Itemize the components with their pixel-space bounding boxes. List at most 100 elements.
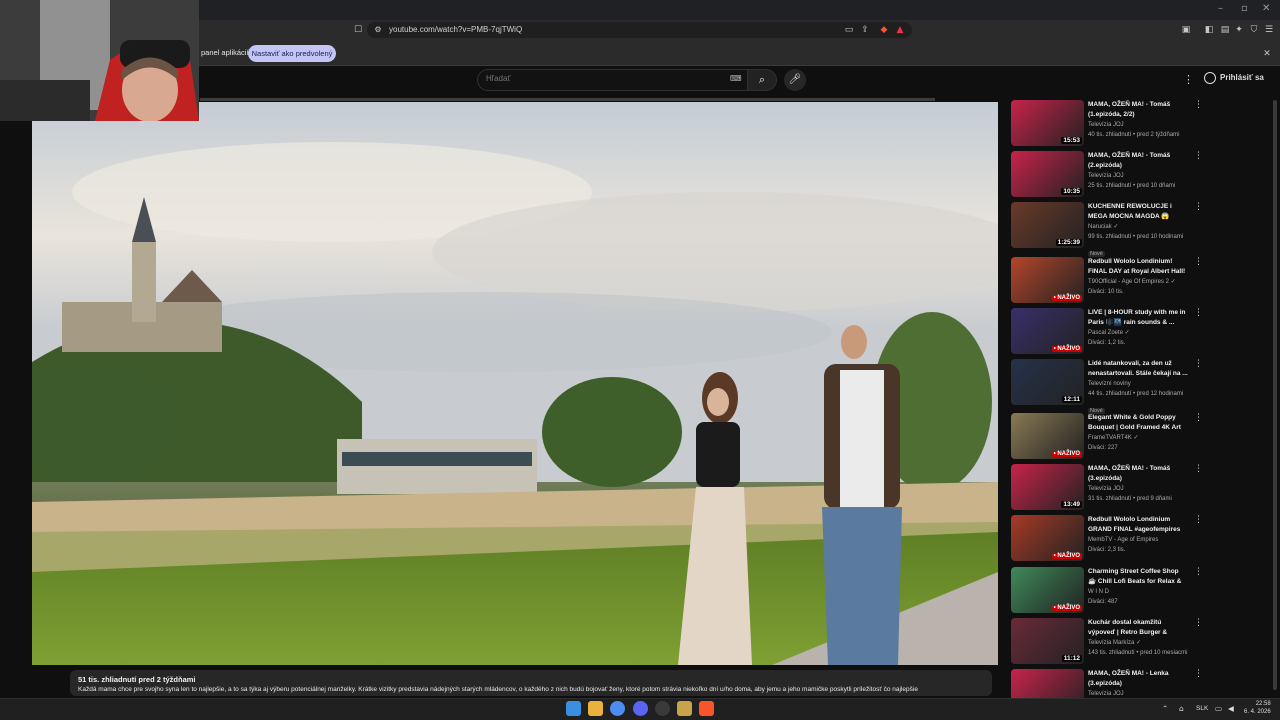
recommendation-item[interactable]: 10:35 MAMA, OŽEŇ MA! - Tomáš (2.epizóda) T… (1011, 151, 1206, 201)
video-title[interactable]: MAMA, OŽEŇ MA! - Lenka (3.epizóda) (1088, 669, 1188, 689)
video-title[interactable]: Redbull Wololo Londinium! FINAL DAY at R… (1088, 257, 1188, 277)
obs-icon[interactable] (655, 701, 670, 716)
video-title[interactable]: Elegant White & Gold Poppy Bouquet | Gol… (1088, 413, 1188, 433)
close-infobar-icon[interactable]: ✕ (1261, 48, 1273, 60)
more-actions-icon[interactable]: ⋮ (1194, 202, 1203, 212)
video-thumbnail[interactable]: • NAŽIVO (1011, 308, 1084, 354)
bookmark-icon[interactable]: ☐ (352, 24, 364, 36)
video-title[interactable]: KUCHENNE REWOLUCJE i MEGA MOCNA MAGDA 😱 (1088, 202, 1188, 222)
channel-name[interactable]: Pascal Zoete ✓ (1088, 328, 1188, 338)
url-text[interactable]: youtube.com/watch?v=PMB-7qjTWiQ (389, 25, 522, 34)
webcam-overlay (0, 0, 199, 121)
channel-name[interactable]: Televízia Markíza ✓ (1088, 638, 1188, 648)
channel-name[interactable]: Televízia JOJ (1088, 171, 1188, 181)
panel-icon[interactable]: ◧ (1203, 24, 1215, 36)
video-thumbnail[interactable]: 13:49 (1011, 464, 1084, 510)
close-window-icon[interactable]: ✕ (1262, 3, 1270, 14)
video-title[interactable]: Charming Street Coffee Shop ☕ Chill Lofi… (1088, 567, 1188, 587)
channel-name[interactable]: Televízia JOJ (1088, 120, 1188, 130)
language-indicator[interactable]: SLK (1196, 705, 1208, 712)
recommendation-item[interactable]: • NAŽIVO LIVE | 8-HOUR study with me in P… (1011, 308, 1206, 358)
start-icon[interactable] (566, 701, 581, 716)
keyboard-icon[interactable]: ⌨ (730, 74, 742, 83)
video-title[interactable]: Kuchár dostal okamžitú výpoveď | Retro B… (1088, 618, 1188, 638)
chrome-icon[interactable] (610, 701, 625, 716)
channel-name[interactable]: T90Official - Age Of Empires 2 ✓ (1088, 277, 1188, 287)
video-thumbnail[interactable]: • NAŽIVO (1011, 257, 1084, 303)
site-info-icon[interactable]: ⚙ (372, 24, 384, 36)
channel-name[interactable]: Televízia JOJ (1088, 484, 1188, 494)
recommendation-item[interactable]: 15:53 MAMA, OŽEŇ MA! - Tomáš (1.epizóda, … (1011, 100, 1206, 150)
brave-icon[interactable] (699, 701, 714, 716)
recommendation-item[interactable]: 12:11 Lidé natankovali, za den už nenasta… (1011, 359, 1206, 414)
sidebar-toggle-icon[interactable]: ▣ (1180, 24, 1192, 36)
more-actions-icon[interactable]: ⋮ (1194, 308, 1203, 318)
game-icon[interactable] (677, 701, 692, 716)
video-thumbnail[interactable]: 12:11 (1011, 359, 1084, 405)
video-thumbnail[interactable]: 11:12 (1011, 618, 1084, 664)
maximize-icon[interactable]: ▫ (1241, 3, 1248, 14)
video-thumbnail[interactable]: 1:25:39 (1011, 202, 1084, 248)
video-duration: 10:35 (1061, 188, 1082, 195)
more-actions-icon[interactable]: ⋮ (1194, 515, 1203, 525)
tray-chevron-icon[interactable]: ⌃ (1162, 704, 1168, 713)
channel-name[interactable]: MembTV - Age of Empires (1088, 535, 1188, 545)
settings-more-icon[interactable]: ⋮ (1183, 73, 1194, 86)
discord-icon[interactable] (633, 701, 648, 716)
clock[interactable]: 22:58 6. 4. 2026 (1244, 700, 1271, 716)
more-actions-icon[interactable]: ⋮ (1194, 464, 1203, 474)
more-actions-icon[interactable]: ⋮ (1194, 413, 1203, 423)
extensions-icon[interactable]: ✦ (1233, 24, 1245, 36)
more-actions-icon[interactable]: ⋮ (1194, 669, 1203, 679)
video-thumbnail[interactable]: • NAŽIVO (1011, 567, 1084, 613)
recommendation-item[interactable]: • NAŽIVO Redbull Wololo Londinium! FINAL … (1011, 257, 1206, 307)
more-actions-icon[interactable]: ⋮ (1194, 567, 1203, 577)
more-actions-icon[interactable]: ⋮ (1194, 151, 1203, 161)
voice-search-button[interactable]: 🎤︎ (784, 69, 806, 91)
video-thumbnail[interactable]: • NAŽIVO (1011, 515, 1084, 561)
video-title[interactable]: MAMA, OŽEŇ MA! - Tomáš (1.epizóda, 2/2) (1088, 100, 1188, 120)
more-actions-icon[interactable]: ⋮ (1194, 618, 1203, 628)
video-thumbnail[interactable]: 10:35 (1011, 151, 1084, 197)
wallet-icon[interactable]: ▤ (1219, 24, 1231, 36)
file-explorer-icon[interactable] (588, 701, 603, 716)
network-icon[interactable]: ▭ (1215, 704, 1222, 713)
page-scrollbar[interactable] (1273, 100, 1277, 690)
share-icon[interactable]: ⇪ (859, 24, 871, 36)
channel-name[interactable]: Naruciak ✓ (1088, 222, 1188, 232)
channel-name[interactable]: Televízní noviny (1088, 379, 1188, 389)
channel-name[interactable]: W I N D (1088, 587, 1188, 597)
signin-button[interactable]: Prihlásiť sa (1204, 72, 1264, 84)
video-progress-bar[interactable] (200, 98, 935, 101)
video-title[interactable]: MAMA, OŽEŇ MA! - Tomáš (2.epizóda) (1088, 151, 1188, 171)
recommendation-item[interactable]: 11:12 Kuchár dostal okamžitú výpoveď | Re… (1011, 618, 1206, 668)
recommendation-item[interactable]: • NAŽIVO Elegant White & Gold Poppy Bouqu… (1011, 413, 1206, 463)
channel-name[interactable]: FrameTVART4K ✓ (1088, 433, 1188, 443)
cast-icon[interactable]: ▭ (843, 24, 855, 36)
video-player[interactable] (32, 102, 998, 665)
search-button[interactable]: ⌕ (747, 69, 777, 91)
menu-icon[interactable]: ☰ (1263, 24, 1275, 36)
rewards-icon[interactable]: ▲ (894, 24, 906, 36)
tray-app-icon[interactable]: ⌂ (1179, 704, 1184, 713)
set-default-button[interactable]: Nastaviť ako predvolený (248, 45, 336, 62)
recommendation-item[interactable]: 13:49 MAMA, OŽEŇ MA! - Tomáš (3.epizóda) T… (1011, 464, 1206, 514)
minimize-icon[interactable]: – (1218, 3, 1223, 14)
more-actions-icon[interactable]: ⋮ (1194, 359, 1203, 369)
video-title[interactable]: Lidé natankovali, za den už nenastartova… (1088, 359, 1188, 379)
more-actions-icon[interactable]: ⋮ (1194, 257, 1203, 267)
video-title[interactable]: LIVE | 8-HOUR study with me in Paris 🎼🌃 … (1088, 308, 1188, 328)
video-meta: Diváci: 227 (1088, 445, 1118, 451)
recommendation-item[interactable]: • NAŽIVO Redbull Wololo Londinium GRAND F… (1011, 515, 1206, 565)
video-title[interactable]: MAMA, OŽEŇ MA! - Tomáš (3.epizóda) (1088, 464, 1188, 484)
video-thumbnail[interactable]: 15:53 (1011, 100, 1084, 146)
video-title[interactable]: Redbull Wololo Londinium GRAND FINAL #ag… (1088, 515, 1188, 535)
recommendation-item[interactable]: • NAŽIVO Charming Street Coffee Shop ☕ Ch… (1011, 567, 1206, 617)
video-thumbnail[interactable]: • NAŽIVO (1011, 413, 1084, 459)
more-actions-icon[interactable]: ⋮ (1194, 100, 1203, 110)
shield-icon[interactable]: ◆ (878, 24, 890, 36)
search-input[interactable] (486, 74, 716, 83)
recommendation-item[interactable]: 1:25:39 KUCHENNE REWOLUCJE i MEGA MOCNA M… (1011, 202, 1206, 257)
vpn-icon[interactable]: ⛉ (1248, 24, 1260, 36)
volume-icon[interactable]: ◀ (1228, 704, 1234, 713)
